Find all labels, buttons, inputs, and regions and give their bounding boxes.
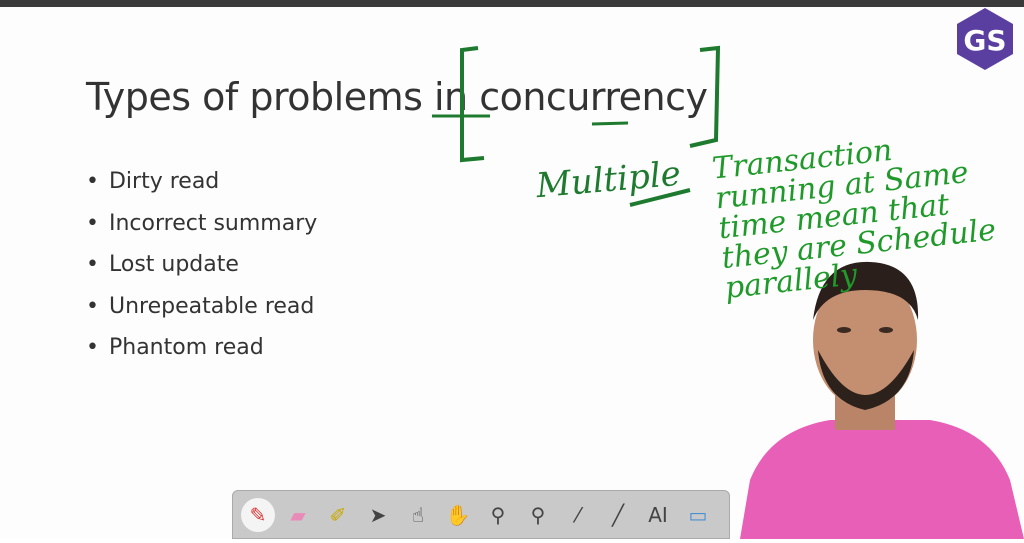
screen-tool-button[interactable]: ▭ [681, 498, 715, 532]
logo-text: GS [963, 24, 1006, 57]
laser-pointer-icon: ⁄ [576, 502, 580, 527]
pointing-hand-tool-button[interactable]: ☝ [401, 498, 435, 532]
text-tool-icon: AI [648, 502, 668, 527]
annotation-toolbar: ✎ ▰ ✐ ➤ ☝ ✋ ⚲ ⚲ ⁄ ╱ AI ▭ [232, 490, 730, 539]
channel-logo: GS [952, 6, 1018, 72]
ink-underline-rr [591, 121, 629, 126]
pan-hand-tool-button[interactable]: ✋ [441, 498, 475, 532]
zoom-out-tool-button[interactable]: ⚲ [521, 498, 555, 532]
pointer-arrow-icon: ➤ [369, 502, 387, 527]
eraser-tool-button[interactable]: ▰ [281, 498, 315, 532]
highlighter-icon: ✐ [329, 502, 347, 527]
screen-icon: ▭ [688, 502, 708, 527]
line-icon: ╱ [611, 502, 625, 527]
pointing-hand-icon: ☝ [411, 502, 425, 527]
pan-hand-icon: ✋ [445, 502, 471, 527]
laser-pointer-tool-button[interactable]: ⁄ [561, 498, 595, 532]
ink-bracket-left [460, 46, 485, 163]
zoom-out-icon: ⚲ [530, 502, 546, 527]
zoom-in-tool-button[interactable]: ⚲ [481, 498, 515, 532]
pen-tool-button[interactable]: ✎ [241, 497, 275, 532]
zoom-in-icon: ⚲ [490, 502, 506, 527]
pen-icon: ✎ [249, 502, 267, 527]
text-tool-tool-button[interactable]: AI [641, 498, 675, 532]
pointer-arrow-tool-button[interactable]: ➤ [361, 498, 395, 532]
eraser-icon: ▰ [290, 502, 306, 527]
highlighter-tool-button[interactable]: ✐ [321, 498, 355, 532]
ink-bracket-right [689, 45, 721, 148]
line-tool-button[interactable]: ╱ [601, 498, 635, 532]
ink-note: Transaction running at Same time mean th… [710, 132, 998, 306]
presenter-shirt [740, 420, 1024, 539]
